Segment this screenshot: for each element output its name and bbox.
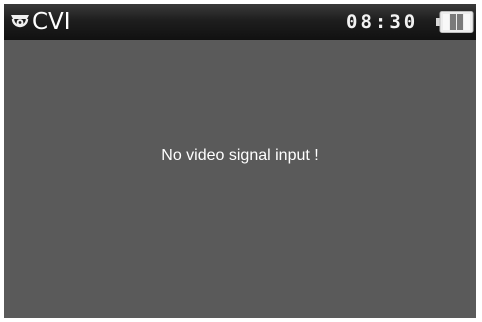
battery-cell bbox=[450, 14, 456, 30]
no-signal-message: No video signal input ! bbox=[161, 147, 319, 164]
mode-label: CVI bbox=[32, 9, 71, 35]
clock-readout: 08:30 bbox=[346, 11, 419, 33]
video-screen: CVI 08:30 No video signal input ! bbox=[4, 4, 476, 318]
battery-icon bbox=[436, 11, 474, 33]
dome-camera-icon bbox=[11, 15, 29, 28]
battery-cell bbox=[464, 14, 470, 30]
status-bar: CVI 08:30 bbox=[4, 4, 476, 40]
tester-device: CVI 08:30 No video signal input ! bbox=[0, 0, 482, 322]
battery-cell bbox=[457, 14, 463, 30]
